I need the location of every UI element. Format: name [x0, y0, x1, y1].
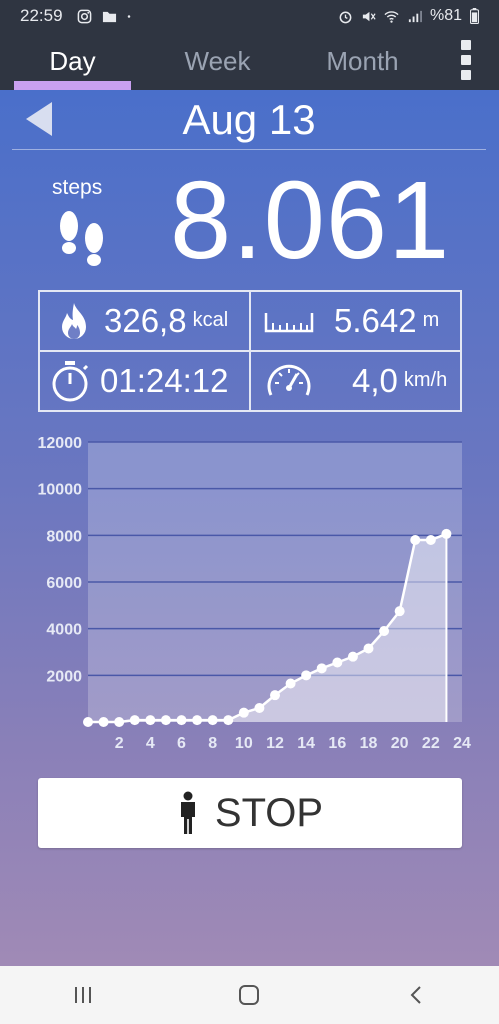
flame-icon	[62, 303, 86, 339]
distance-stat: 5.642 m	[262, 292, 439, 350]
data-point	[223, 715, 234, 726]
data-point	[254, 703, 265, 713]
main-content: Aug 13 steps 8.061 326,8 kcal 5.642 m 01…	[0, 90, 499, 966]
y-tick-label: 2000	[46, 668, 82, 685]
stats-grid: 326,8 kcal 5.642 m 01:24:12 4,0 km/h	[38, 290, 462, 412]
tab-month[interactable]: Month	[290, 32, 435, 90]
data-point	[363, 643, 374, 654]
home-button[interactable]	[219, 975, 279, 1015]
x-tick-label: 16	[328, 735, 346, 752]
back-icon	[410, 986, 421, 1004]
y-tick-label: 6000	[46, 575, 82, 592]
speed-value: 4,0	[352, 362, 398, 399]
data-point	[114, 717, 125, 727]
speed-unit: km/h	[403, 368, 448, 391]
data-point	[207, 715, 218, 726]
menu-dot-icon	[461, 40, 471, 50]
data-point	[301, 670, 312, 681]
x-tick-label: 8	[208, 735, 217, 752]
x-tick-label: 6	[177, 735, 186, 752]
y-tick-label: 8000	[46, 528, 82, 545]
folder-icon	[102, 11, 116, 22]
x-tick-label: 12	[266, 735, 284, 752]
data-point	[441, 528, 452, 539]
x-tick-label: 10	[235, 735, 253, 752]
data-point	[129, 715, 140, 726]
menu-dot-icon	[461, 70, 471, 80]
data-point	[83, 717, 93, 727]
calories-unit: kcal	[192, 308, 229, 331]
data-point	[379, 626, 390, 636]
data-point	[270, 690, 280, 701]
stop-button[interactable]: STOP	[38, 778, 462, 848]
steps-count: 8.061	[170, 159, 451, 282]
tab-bar: Day Week Month	[0, 32, 499, 90]
dot-icon	[127, 14, 130, 18]
date-label: Aug 13	[182, 96, 316, 143]
overflow-menu-button[interactable]	[459, 40, 473, 80]
tab-week[interactable]: Week	[145, 32, 290, 90]
x-tick-label: 20	[391, 735, 409, 752]
x-tick-label: 2	[115, 735, 124, 752]
data-point	[98, 717, 109, 727]
data-point	[410, 535, 421, 545]
signal-icon	[408, 10, 422, 22]
data-point	[285, 678, 296, 689]
data-point	[238, 707, 249, 718]
date-header: Aug 13	[12, 90, 486, 150]
recent-apps-button[interactable]	[53, 975, 113, 1015]
footprints-icon	[60, 211, 103, 266]
calories-value: 326,8	[104, 302, 187, 339]
speed-stat: 4,0 km/h	[262, 352, 447, 410]
instagram-icon	[77, 9, 91, 23]
x-tick-label: 18	[360, 735, 378, 752]
menu-dot-icon	[461, 55, 471, 65]
data-point	[316, 663, 327, 674]
data-point	[145, 715, 156, 726]
person-icon	[180, 791, 195, 834]
distance-value: 5.642	[334, 302, 417, 339]
battery-icon	[470, 8, 479, 24]
steps-chart-svg: 200040006000800010000120002 4 6 8 10 12 14 16 18…	[38, 435, 472, 752]
data-point	[160, 715, 171, 726]
duration-value: 01:24:12	[100, 362, 229, 399]
mute-icon	[362, 11, 376, 21]
steps-chart: 2000 4000 6000 8000 10000 12000 2 4 6 8 10 12 14 16 18…	[0, 430, 499, 760]
y-tick-label: 12000	[38, 435, 83, 452]
alarm-icon	[339, 11, 352, 23]
duration-stat: 01:24:12	[48, 352, 228, 410]
y-tick-label: 10000	[38, 482, 83, 499]
status-bar: 22:59 %81	[0, 0, 499, 32]
wifi-icon	[384, 10, 399, 23]
x-tick-label: 22	[422, 735, 440, 752]
stopwatch-icon	[52, 361, 89, 402]
stop-button-label: STOP	[214, 790, 324, 835]
back-button[interactable]	[386, 975, 446, 1015]
steps-label: steps	[52, 176, 103, 199]
battery-percent: %81	[429, 7, 462, 24]
ruler-icon	[264, 313, 314, 333]
data-point	[176, 715, 187, 726]
status-time: 22:59	[20, 6, 63, 25]
data-point	[347, 651, 358, 662]
recent-apps-icon	[75, 987, 92, 1003]
tab-day[interactable]: Day	[0, 32, 145, 90]
home-icon	[239, 985, 260, 1005]
distance-unit: m	[422, 308, 440, 331]
android-nav-bar	[0, 966, 499, 1024]
data-point	[332, 657, 343, 668]
x-tick-label: 14	[297, 735, 315, 752]
data-point	[394, 606, 405, 617]
x-tick-label: 4	[146, 735, 155, 752]
data-point	[192, 715, 203, 726]
y-tick-label: 4000	[46, 622, 82, 639]
calories-stat: 326,8 kcal	[52, 292, 228, 350]
speedometer-icon	[267, 364, 311, 396]
x-tick-label: 24	[453, 735, 471, 752]
data-point	[425, 535, 436, 545]
